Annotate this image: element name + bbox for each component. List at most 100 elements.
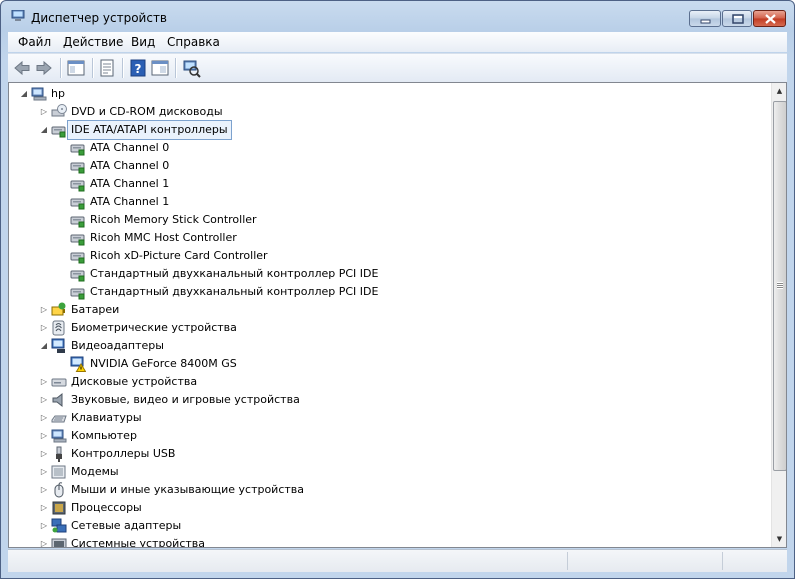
ide-controller-icon: [51, 126, 66, 138]
close-icon: [765, 14, 776, 24]
collapsed-arrow-icon[interactable]: ▷: [39, 463, 49, 481]
menu-bar: Файл Действие Вид Справка: [8, 32, 787, 52]
tree-root-hp[interactable]: ◢ hp: [19, 85, 219, 103]
expanded-arrow-icon[interactable]: ◢: [19, 85, 29, 103]
tree-category[interactable]: ◢ IDE ATA/ATAPI контроллеры: [39, 120, 459, 140]
tree-item-label: Ricoh MMC Host Controller: [90, 231, 237, 244]
expanded-arrow-icon[interactable]: ◢: [39, 337, 49, 355]
show-hide-icon[interactable]: [150, 58, 170, 78]
scan-hardware-icon[interactable]: [181, 58, 201, 78]
tree-device[interactable]: Ricoh MMC Host Controller: [58, 229, 478, 247]
menu-view[interactable]: Вид: [131, 35, 155, 49]
tree-item-label: ATA Channel 0: [90, 141, 170, 154]
collapsed-arrow-icon[interactable]: ▷: [39, 319, 49, 337]
tree-item-label: Биометрические устройства: [71, 321, 237, 334]
tree-category[interactable]: ▷ Системные устройства: [39, 535, 459, 547]
properties-icon[interactable]: [97, 58, 117, 78]
scroll-down-arrow-icon[interactable]: ▼: [772, 531, 786, 547]
display-adapter-warning-icon: [70, 356, 86, 372]
forward-icon[interactable]: [34, 58, 54, 78]
collapsed-arrow-icon[interactable]: ▷: [39, 391, 49, 409]
device-tree-panel: ◢ hp ▷ DVD и CD-ROM дисководы ◢ IDE ATA/ATA…: [8, 82, 787, 548]
tree-category[interactable]: ▷ Батареи: [39, 301, 459, 319]
close-button[interactable]: [753, 10, 786, 27]
tree-device[interactable]: Стандартный двухканальный контроллер PCI…: [58, 283, 478, 301]
tree-item-label: Мыши и иные указывающие устройства: [71, 483, 305, 496]
tree-category[interactable]: ▷ Биометрические устройства: [39, 319, 459, 337]
tree-category[interactable]: ▷ Дисковые устройства: [39, 373, 459, 391]
tree-device[interactable]: ATA Channel 1: [58, 175, 478, 193]
status-cell: [722, 552, 787, 570]
collapsed-arrow-icon[interactable]: ▷: [39, 409, 49, 427]
tree-category[interactable]: ▷ Модемы: [39, 463, 459, 481]
collapsed-arrow-icon[interactable]: ▷: [39, 427, 49, 445]
tree-device[interactable]: ATA Channel 0: [58, 139, 478, 157]
ide-controller-icon: [70, 288, 85, 300]
tree-category[interactable]: ▷ Контроллеры USB: [39, 445, 459, 463]
tree-item-label: Клавиатуры: [71, 411, 142, 424]
toolbar: ?: [8, 53, 787, 82]
tree-item-label: Процессоры: [71, 501, 142, 514]
svg-text:?: ?: [135, 62, 142, 76]
collapsed-arrow-icon[interactable]: ▷: [39, 301, 49, 319]
tree-item-label: Дисковые устройства: [71, 375, 198, 388]
collapsed-arrow-icon[interactable]: ▷: [39, 499, 49, 517]
collapsed-arrow-icon[interactable]: ▷: [39, 373, 49, 391]
tree-item-label: Системные устройства: [71, 537, 205, 547]
expanded-arrow-icon[interactable]: ◢: [39, 121, 49, 139]
tree-item-label: IDE ATA/ATAPI контроллеры: [67, 120, 232, 140]
ide-controller-icon: [70, 216, 85, 228]
scrollbar-thumb[interactable]: [773, 101, 786, 471]
ide-controller-icon: [70, 144, 85, 156]
collapsed-arrow-icon[interactable]: ▷: [39, 103, 49, 121]
scroll-up-arrow-icon[interactable]: ▲: [772, 83, 786, 99]
menu-action[interactable]: Действие: [63, 35, 123, 49]
tree-item-label: Стандартный двухканальный контроллер PCI…: [90, 285, 379, 298]
tree-item-label: Сетевые адаптеры: [71, 519, 182, 532]
vertical-scrollbar[interactable]: ▲ ▼: [771, 83, 786, 547]
tree-device[interactable]: Стандартный двухканальный контроллер PCI…: [58, 265, 478, 283]
device-tree[interactable]: ◢ hp ▷ DVD и CD-ROM дисководы ◢ IDE ATA/ATA…: [9, 83, 771, 547]
menu-file[interactable]: Файл: [18, 35, 51, 49]
back-icon[interactable]: [12, 58, 32, 78]
tree-category[interactable]: ▷ Сетевые адаптеры: [39, 517, 459, 535]
tree-category[interactable]: ▷ Клавиатуры: [39, 409, 459, 427]
status-cell: [567, 552, 723, 570]
tree-category[interactable]: ▷ Процессоры: [39, 499, 459, 517]
keyboard-icon: [51, 415, 67, 423]
tree-item-label: Компьютер: [71, 429, 137, 442]
title-bar[interactable]: Диспетчер устройств: [1, 1, 794, 31]
ide-controller-icon: [70, 270, 85, 282]
tree-device[interactable]: ATA Channel 1: [58, 193, 478, 211]
toolbar-separator: [122, 58, 123, 78]
collapsed-arrow-icon[interactable]: ▷: [39, 517, 49, 535]
collapsed-arrow-icon[interactable]: ▷: [39, 481, 49, 499]
tree-category[interactable]: ▷ DVD и CD-ROM дисководы: [39, 103, 459, 121]
help-icon[interactable]: ?: [128, 58, 148, 78]
tree-device[interactable]: Ricoh xD-Picture Card Controller: [58, 247, 478, 265]
collapsed-arrow-icon[interactable]: ▷: [39, 445, 49, 463]
status-bar: [8, 549, 787, 572]
tree-item-label: ATA Channel 1: [90, 177, 170, 190]
tree-item-label: Звуковые, видео и игровые устройства: [71, 393, 300, 406]
network-adapter-icon: [51, 518, 67, 533]
tree-device[interactable]: NVIDIA GeForce 8400M GS: [58, 355, 478, 373]
tree-item-label: Контроллеры USB: [71, 447, 176, 460]
menu-help[interactable]: Справка: [167, 35, 220, 49]
battery-icon: [51, 302, 66, 316]
tree-device[interactable]: ATA Channel 0: [58, 157, 478, 175]
maximize-button[interactable]: [722, 10, 752, 27]
tree-category[interactable]: ◢ Видеоадаптеры: [39, 337, 459, 355]
tree-category[interactable]: ▷ Мыши и иные указывающие устройства: [39, 481, 459, 499]
tree-device[interactable]: Ricoh Memory Stick Controller: [58, 211, 478, 229]
tree-item-label: Видеоадаптеры: [71, 339, 164, 352]
usb-icon: [56, 446, 62, 462]
system-devices-icon: [51, 538, 67, 547]
tree-root-label: hp: [51, 87, 65, 100]
console-tree-icon[interactable]: [66, 58, 86, 78]
ide-controller-icon: [70, 198, 85, 210]
minimize-button[interactable]: [689, 10, 721, 27]
tree-category[interactable]: ▷ Звуковые, видео и игровые устройства: [39, 391, 459, 409]
tree-category[interactable]: ▷ Компьютер: [39, 427, 459, 445]
collapsed-arrow-icon[interactable]: ▷: [39, 535, 49, 547]
